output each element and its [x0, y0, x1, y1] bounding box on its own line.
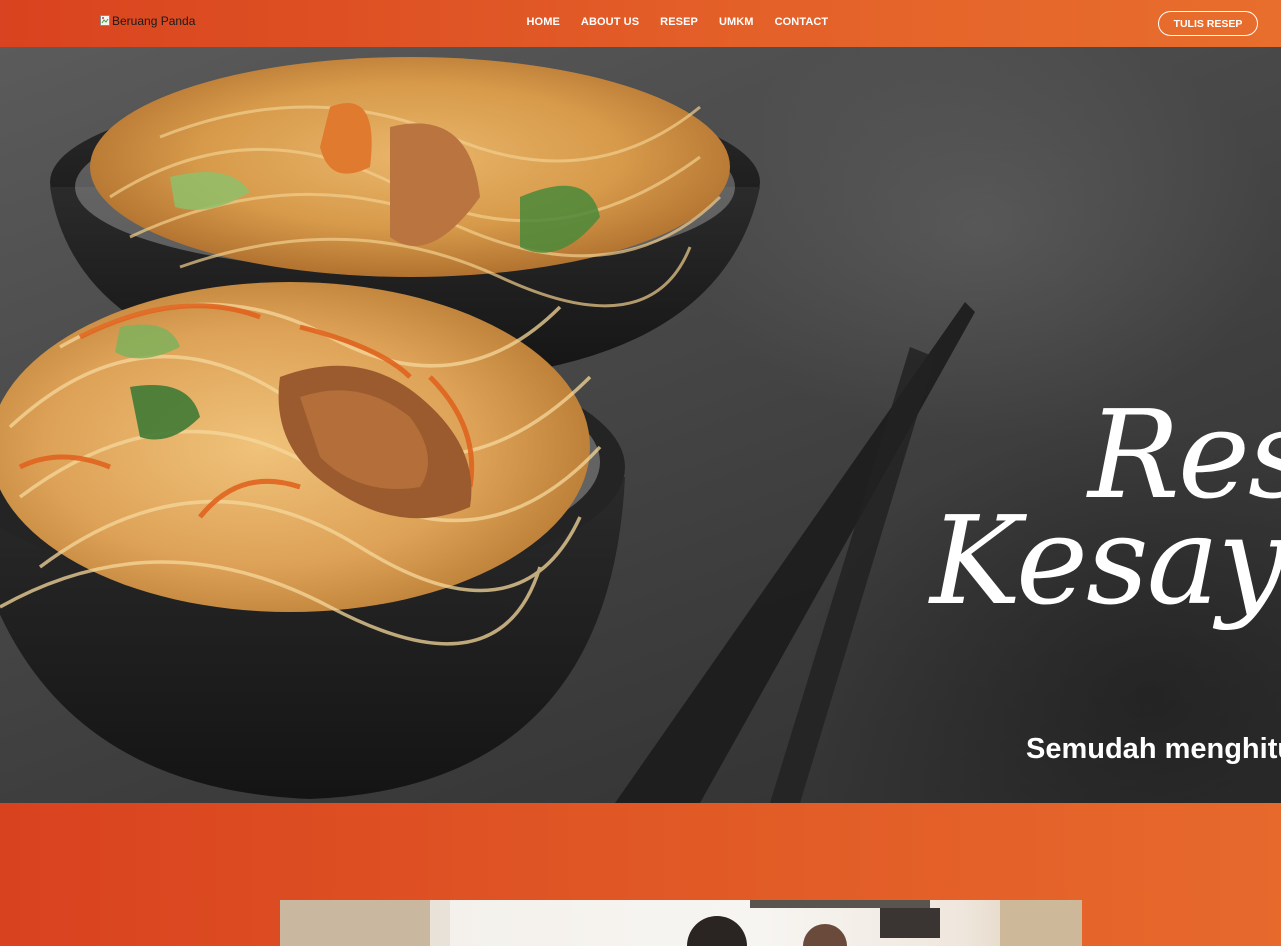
nav-link-contact[interactable]: CONTACT [764, 16, 839, 28]
nav-link-home[interactable]: HOME [516, 16, 570, 28]
nav-link-about-us[interactable]: ABOUT US [570, 16, 649, 28]
tulis-resep-button[interactable]: TULIS RESEP [1158, 11, 1258, 36]
hero-title-line2: Kesayangan [930, 490, 1281, 632]
hero-banner: Resep Kesayangan Semudah menghitung [0, 47, 1281, 803]
logo-alt-text: Beruang Panda [112, 14, 196, 28]
main-nav: HOME ABOUT US RESEP UMKM CONTACT [516, 16, 839, 28]
broken-image-icon [100, 15, 111, 27]
about-photo [280, 900, 1082, 946]
kitchen-photo-image [280, 900, 1082, 946]
navbar: Beruang Panda HOME ABOUT US RESEP UMKM C… [0, 0, 1281, 47]
nav-link-resep[interactable]: RESEP [650, 16, 709, 28]
logo[interactable]: Beruang Panda [100, 14, 195, 28]
nav-link-umkm[interactable]: UMKM [708, 16, 764, 28]
hero-subtitle: Semudah menghitung [1026, 733, 1281, 765]
hero-title: Resep Kesayangan [930, 394, 1281, 632]
